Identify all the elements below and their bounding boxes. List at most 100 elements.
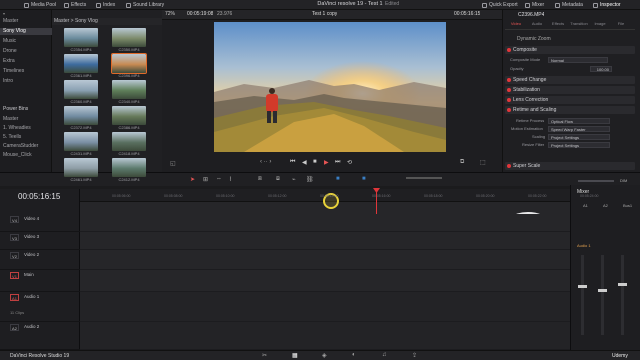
clip-thumbnail[interactable]: [64, 106, 98, 125]
clip-thumbnail[interactable]: [64, 132, 98, 151]
opacity-field[interactable]: 100.00: [590, 66, 612, 72]
section-stabilization[interactable]: Stabilization: [505, 86, 635, 94]
inspector-tab-image[interactable]: Image: [590, 21, 610, 26]
track-lane[interactable]: [80, 292, 570, 322]
trim-tool-icon[interactable]: ⊞: [203, 176, 208, 183]
selection-tool-icon[interactable]: ➤: [190, 176, 195, 183]
power-bin-1[interactable]: 1. Wheadies: [0, 125, 52, 132]
bin-3[interactable]: Drone: [0, 48, 52, 55]
fader-a2[interactable]: [598, 289, 607, 292]
index-tab[interactable]: Index: [96, 1, 115, 9]
enabled-dot[interactable]: [507, 78, 511, 82]
media-pool-tab[interactable]: Media Pool: [24, 1, 56, 9]
bin-2[interactable]: Music: [0, 38, 52, 45]
track-id[interactable]: A1: [10, 294, 19, 301]
section-lens-correction[interactable]: Lens Correction: [505, 96, 635, 104]
track-header-v4[interactable]: V4 Video 4: [0, 214, 80, 232]
track-id[interactable]: V2: [10, 252, 19, 259]
monitor-volume-slider[interactable]: [578, 180, 614, 182]
fusion-page-icon[interactable]: ◈: [322, 352, 327, 359]
bin-6[interactable]: Intro: [0, 78, 52, 85]
inspector-tab-file[interactable]: File: [611, 21, 631, 26]
bin-1[interactable]: Sony Vlog: [0, 28, 52, 35]
blade-tool-icon[interactable]: ⌇: [229, 176, 232, 183]
resize-filter-select[interactable]: Project Settings: [548, 142, 610, 148]
track-header-v3[interactable]: V3 Video 3: [0, 232, 80, 250]
enabled-dot[interactable]: [507, 48, 511, 52]
clip-thumbnail[interactable]: [64, 28, 98, 47]
inspector-tab-audio[interactable]: Audio: [527, 21, 547, 26]
play-reverse-icon[interactable]: ◀: [302, 159, 307, 166]
clip-thumbnail[interactable]: [112, 106, 146, 125]
snapping-icon[interactable]: ⌁: [292, 176, 296, 183]
clip-thumbnail[interactable]: [64, 158, 98, 177]
power-bin-3[interactable]: CameraStudder: [0, 143, 52, 150]
section-retime-scaling[interactable]: Retime and Scaling: [505, 106, 635, 114]
play-icon[interactable]: ▶: [324, 159, 329, 166]
clip-thumbnail[interactable]: [112, 28, 146, 47]
track-header-a1[interactable]: A1 Audio 1: [0, 292, 80, 322]
track-lane[interactable]: [80, 214, 570, 232]
track-header-a2[interactable]: A2 Audio 2: [0, 322, 80, 350]
insert-icon[interactable]: ⧈: [258, 176, 262, 183]
dynamic-zoom-label[interactable]: Dynamic Zoom: [517, 36, 551, 43]
mixer-tab[interactable]: Mixer: [525, 1, 544, 9]
marker-icon[interactable]: ■: [362, 176, 366, 182]
track-id[interactable]: V3: [10, 234, 19, 241]
cut-page-icon[interactable]: ✂: [262, 352, 267, 359]
zoom-slider[interactable]: [406, 177, 442, 179]
fairlight-page-icon[interactable]: ♫: [382, 352, 387, 358]
track-id[interactable]: V4: [10, 216, 19, 223]
edit-page-icon[interactable]: ▦: [292, 352, 298, 359]
inspector-tab-effects[interactable]: Effects: [548, 21, 568, 26]
fader-a1[interactable]: [578, 285, 587, 288]
motion-estimation-select[interactable]: Speed Warp Faster: [548, 126, 610, 132]
dynamic-trim-icon[interactable]: ⇔: [216, 176, 222, 182]
quick-export-button[interactable]: Quick Export: [482, 1, 518, 9]
section-super-scale[interactable]: Super Scale: [505, 162, 635, 170]
clip-thumbnail[interactable]: [112, 158, 146, 177]
inspector-tab-transition[interactable]: Transition: [569, 21, 589, 26]
clip-thumbnail[interactable]: [111, 53, 147, 74]
skip-start-icon[interactable]: ⏮: [290, 159, 295, 166]
deliver-page-icon[interactable]: ⇪: [412, 352, 417, 359]
skip-end-icon[interactable]: ⏭: [335, 159, 340, 166]
enabled-dot[interactable]: [507, 98, 511, 102]
timeline-name[interactable]: Test 1 copy: [312, 11, 337, 18]
track-lane[interactable]: [80, 270, 570, 292]
replace-icon[interactable]: ⧇: [276, 176, 280, 183]
zoom-level[interactable]: 72%: [165, 11, 175, 18]
track-lane[interactable]: [80, 250, 570, 270]
bin-4[interactable]: Extra: [0, 58, 52, 65]
fullscreen-icon[interactable]: ⬚: [480, 159, 486, 166]
scaling-select[interactable]: Project Settings: [548, 134, 610, 140]
inspector-tab-video[interactable]: Video: [506, 21, 526, 26]
track-header-v2[interactable]: V2 Video 2: [0, 250, 80, 270]
clip-thumbnail[interactable]: [112, 132, 146, 151]
color-page-icon[interactable]: ◐: [352, 352, 356, 358]
clip-thumbnail[interactable]: [112, 80, 146, 99]
track-id[interactable]: A2: [10, 324, 19, 331]
enabled-dot[interactable]: [507, 164, 511, 168]
track-id[interactable]: V1: [10, 272, 19, 279]
sound-library-tab[interactable]: Sound Library: [126, 1, 164, 9]
retime-process-select[interactable]: Optical Flow: [548, 118, 610, 124]
scopes-icon[interactable]: ◱: [170, 160, 176, 167]
enabled-dot[interactable]: [507, 88, 511, 92]
power-bin-2[interactable]: 5. Teells: [0, 134, 52, 141]
clip-thumbnail[interactable]: [64, 54, 98, 73]
section-composite[interactable]: Composite: [505, 46, 635, 54]
dim-button[interactable]: DIM: [620, 178, 627, 184]
metadata-tab[interactable]: Metadata: [555, 1, 583, 9]
enabled-dot[interactable]: [507, 108, 511, 112]
section-speed-change[interactable]: Speed Change: [505, 76, 635, 84]
bin-5[interactable]: Timelines: [0, 68, 52, 75]
inspector-tab[interactable]: Inspector: [593, 1, 621, 9]
power-bin-4[interactable]: Mouse_Click: [0, 152, 52, 159]
loop-icon[interactable]: ⟲: [347, 159, 352, 166]
power-bin-0[interactable]: Master: [0, 116, 52, 123]
track-lane[interactable]: [80, 232, 570, 250]
composite-mode-select[interactable]: Normal: [548, 57, 608, 63]
fader-bus1[interactable]: [618, 283, 627, 286]
clip-thumbnail[interactable]: [64, 80, 98, 99]
